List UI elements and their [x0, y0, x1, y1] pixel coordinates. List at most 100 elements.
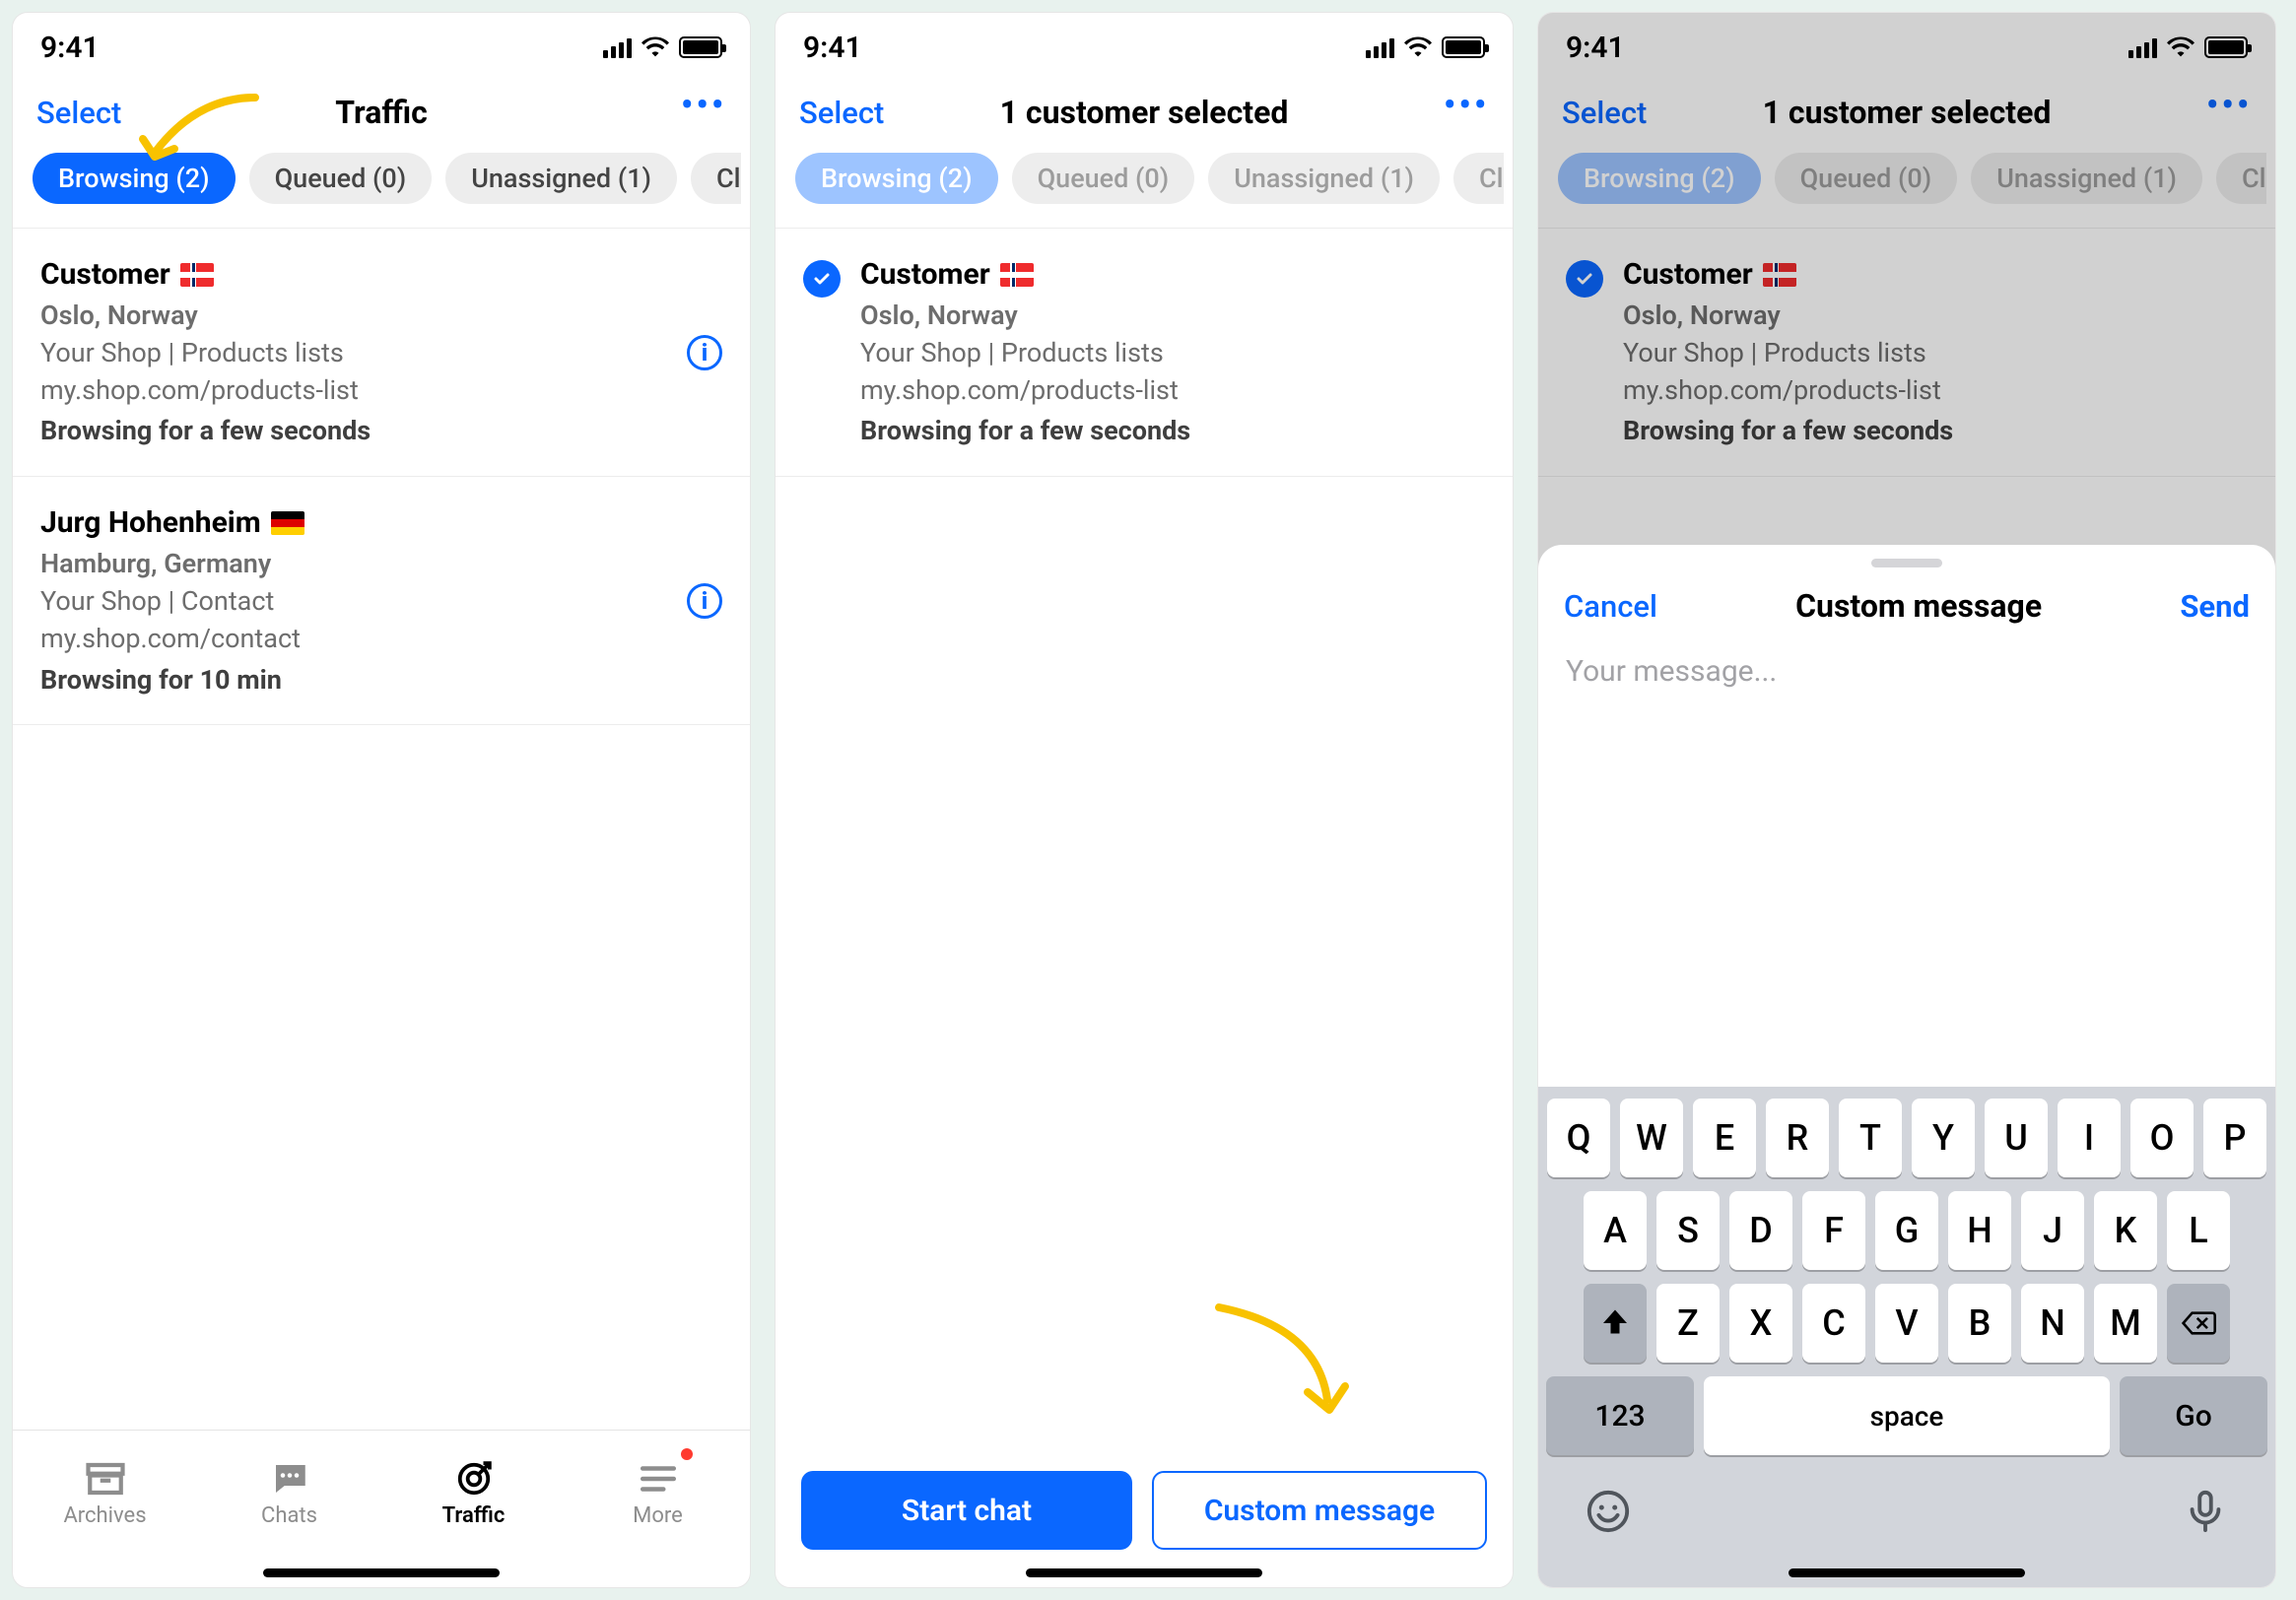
- phone-screen-2: 9:41 Select 1 customer selected ••• Brow…: [775, 12, 1514, 1588]
- pill-unassigned[interactable]: Unassigned (1): [445, 153, 677, 204]
- backspace-key[interactable]: [2167, 1284, 2230, 1363]
- mic-icon[interactable]: [2183, 1489, 2228, 1538]
- pill-queued[interactable]: Queued (0): [249, 153, 433, 204]
- status-indicators: [603, 36, 722, 58]
- key-l[interactable]: L: [2167, 1191, 2230, 1270]
- more-options-button[interactable]: •••: [681, 82, 727, 128]
- tab-archives[interactable]: Archives: [13, 1431, 197, 1558]
- customer-list: Customer Oslo, Norway Your Shop | Produc…: [776, 229, 1513, 1451]
- key-z[interactable]: Z: [1656, 1284, 1720, 1363]
- key-x[interactable]: X: [1729, 1284, 1792, 1363]
- key-k[interactable]: K: [2094, 1191, 2157, 1270]
- customer-url: my.shop.com/contact: [40, 621, 722, 658]
- wifi-icon: [1404, 36, 1432, 58]
- customer-list: Customer Oslo, Norway Your Shop | Produc…: [13, 229, 750, 1430]
- status-time: 9:41: [1566, 31, 1625, 65]
- customer-name: Jurg Hohenheim: [40, 502, 261, 544]
- key-g[interactable]: G: [1875, 1191, 1938, 1270]
- custom-message-button[interactable]: Custom message: [1152, 1471, 1487, 1550]
- page-title: Traffic: [145, 94, 618, 131]
- send-button[interactable]: Send: [2180, 588, 2250, 625]
- pill-unassigned[interactable]: Unassigned (1): [1208, 153, 1440, 204]
- go-key[interactable]: Go: [2120, 1376, 2267, 1455]
- message-input[interactable]: Your message...: [1538, 644, 2275, 1087]
- menu-icon: [638, 1460, 679, 1498]
- pill-browsing[interactable]: Browsing (2): [795, 153, 998, 204]
- customer-row[interactable]: Jurg Hohenheim Hamburg, Germany Your Sho…: [13, 477, 750, 725]
- customer-row[interactable]: Customer Oslo, Norway Your Shop | Produc…: [13, 229, 750, 477]
- shift-key[interactable]: [1584, 1284, 1647, 1363]
- tab-label: Chats: [261, 1503, 317, 1528]
- pill-browsing[interactable]: Browsing (2): [33, 153, 236, 204]
- start-chat-button[interactable]: Start chat: [801, 1471, 1132, 1550]
- sheet-grabber[interactable]: [1871, 559, 1942, 567]
- pill-more[interactable]: Cl: [1453, 153, 1504, 204]
- key-i[interactable]: I: [2058, 1099, 2121, 1177]
- info-icon[interactable]: i: [687, 583, 722, 619]
- cellular-icon: [2128, 36, 2157, 58]
- check-icon[interactable]: [1566, 260, 1603, 298]
- customer-page: Your Shop | Products lists: [1623, 335, 2248, 372]
- pill-queued[interactable]: Queued (0): [1775, 153, 1958, 204]
- customer-row[interactable]: Customer Oslo, Norway Your Shop | Produc…: [776, 229, 1513, 477]
- info-icon[interactable]: i: [687, 335, 722, 370]
- keyboard: QWERTYUIOP ASDFGHJKL ZXCVBNM 123 space G…: [1538, 1087, 2275, 1558]
- tab-chats[interactable]: Chats: [197, 1431, 381, 1558]
- select-button[interactable]: Select: [799, 95, 884, 131]
- customer-page: Your Shop | Products lists: [40, 335, 722, 372]
- key-t[interactable]: T: [1839, 1099, 1902, 1177]
- home-indicator[interactable]: [776, 1558, 1513, 1587]
- home-indicator[interactable]: [1538, 1558, 2275, 1587]
- key-h[interactable]: H: [1948, 1191, 2011, 1270]
- customer-url: my.shop.com/products-list: [40, 372, 722, 410]
- key-q[interactable]: Q: [1547, 1099, 1610, 1177]
- pill-more[interactable]: Cl: [691, 153, 741, 204]
- more-options-button[interactable]: •••: [1444, 82, 1490, 128]
- select-button[interactable]: Select: [36, 95, 121, 131]
- key-n[interactable]: N: [2021, 1284, 2084, 1363]
- key-p[interactable]: P: [2203, 1099, 2266, 1177]
- key-j[interactable]: J: [2021, 1191, 2084, 1270]
- cancel-button[interactable]: Cancel: [1564, 588, 1657, 625]
- pill-unassigned[interactable]: Unassigned (1): [1971, 153, 2202, 204]
- key-w[interactable]: W: [1620, 1099, 1683, 1177]
- key-y[interactable]: Y: [1912, 1099, 1975, 1177]
- flag-icon: [1000, 263, 1034, 287]
- tab-more[interactable]: More: [566, 1431, 750, 1558]
- pill-browsing[interactable]: Browsing (2): [1558, 153, 1761, 204]
- key-m[interactable]: M: [2094, 1284, 2157, 1363]
- key-r[interactable]: R: [1766, 1099, 1829, 1177]
- customer-location: Oslo, Norway: [1623, 298, 2248, 335]
- home-indicator[interactable]: [13, 1558, 750, 1587]
- key-d[interactable]: D: [1729, 1191, 1792, 1270]
- select-button[interactable]: Select: [1562, 95, 1647, 131]
- key-v[interactable]: V: [1875, 1284, 1938, 1363]
- key-e[interactable]: E: [1693, 1099, 1756, 1177]
- customer-row[interactable]: Customer Oslo, Norway Your Shop | Produc…: [1538, 229, 2275, 477]
- space-key[interactable]: space: [1704, 1376, 2110, 1455]
- key-b[interactable]: B: [1948, 1284, 2011, 1363]
- customer-location: Hamburg, Germany: [40, 546, 722, 583]
- tab-traffic[interactable]: Traffic: [381, 1431, 566, 1558]
- wifi-icon: [642, 36, 669, 58]
- check-icon[interactable]: [803, 260, 841, 298]
- emoji-icon[interactable]: [1586, 1489, 1631, 1538]
- tab-label: Archives: [63, 1503, 146, 1528]
- more-options-button[interactable]: •••: [2206, 82, 2253, 128]
- customer-page: Your Shop | Products lists: [860, 335, 1485, 372]
- sheet-header: Cancel Custom message Send: [1538, 573, 2275, 644]
- key-c[interactable]: C: [1802, 1284, 1865, 1363]
- phone-screen-1: 9:41 Select Traffic ••• Browsing (2) Que…: [12, 12, 751, 1588]
- pill-more[interactable]: Cl: [2216, 153, 2266, 204]
- flag-icon: [1763, 263, 1796, 287]
- battery-icon: [2204, 36, 2248, 58]
- key-o[interactable]: O: [2130, 1099, 2194, 1177]
- numeric-key[interactable]: 123: [1546, 1376, 1694, 1455]
- customer-name: Customer: [860, 254, 990, 296]
- filter-pills: Browsing (2) Queued (0) Unassigned (1) C…: [776, 149, 1513, 229]
- key-u[interactable]: U: [1985, 1099, 2048, 1177]
- pill-queued[interactable]: Queued (0): [1012, 153, 1195, 204]
- key-s[interactable]: S: [1656, 1191, 1720, 1270]
- key-a[interactable]: A: [1584, 1191, 1647, 1270]
- key-f[interactable]: F: [1802, 1191, 1865, 1270]
